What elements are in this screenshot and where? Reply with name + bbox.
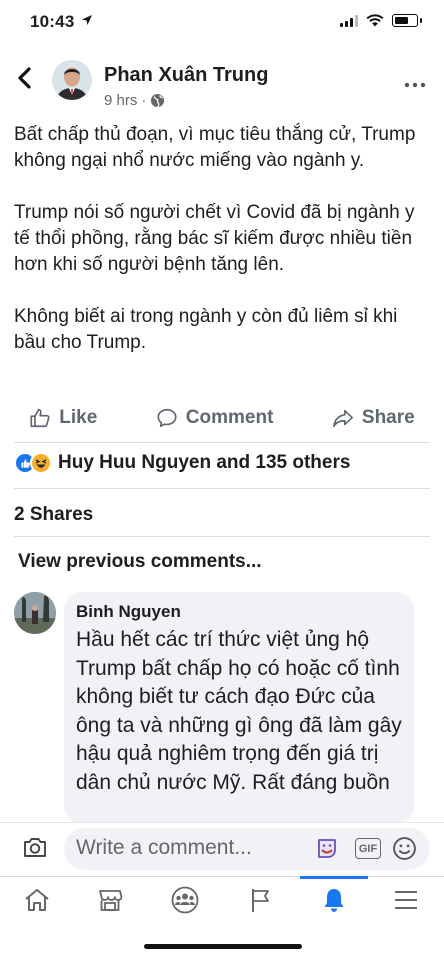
active-tab-indicator bbox=[300, 876, 368, 879]
marketplace-icon bbox=[99, 890, 123, 911]
divider bbox=[14, 536, 430, 537]
tab-marketplace[interactable] bbox=[94, 884, 126, 916]
tab-notifications[interactable] bbox=[318, 884, 350, 916]
post-body: Bất chấp thủ đoạn, vì mục tiêu thắng cử,… bbox=[14, 122, 432, 382]
back-button[interactable] bbox=[16, 66, 32, 96]
haha-reaction-icon bbox=[30, 452, 52, 474]
post-time[interactable]: 9 hrs bbox=[104, 92, 137, 109]
camera-icon bbox=[24, 838, 46, 857]
post-paragraph: Không biết ai trong ngành y còn đủ liêm … bbox=[14, 306, 398, 353]
like-button[interactable]: Like bbox=[29, 407, 97, 429]
like-label: Like bbox=[59, 407, 98, 428]
globe-icon bbox=[151, 93, 165, 108]
emoji-icon bbox=[393, 837, 416, 860]
meta-separator: · bbox=[141, 92, 147, 109]
home-icon bbox=[25, 889, 49, 911]
comment-label: Comment bbox=[185, 407, 274, 428]
gif-label: GIF bbox=[358, 842, 378, 855]
author-portrait bbox=[52, 60, 92, 100]
cellular-signal-icon bbox=[340, 14, 358, 27]
groups-icon bbox=[171, 886, 199, 914]
location-arrow-icon bbox=[82, 15, 93, 25]
share-arrow-icon bbox=[332, 409, 353, 428]
comment-text: Hầu hết các trí thức việt ủng hộ Trump b… bbox=[76, 628, 402, 794]
bell-icon bbox=[324, 889, 344, 912]
reactions-text: Huy Huu Nguyen and 135 others bbox=[58, 452, 351, 473]
tab-menu[interactable] bbox=[390, 884, 422, 916]
comment-button[interactable]: Comment bbox=[156, 407, 274, 429]
status-time-text: 10:43 bbox=[30, 12, 75, 31]
post-meta: 9 hrs · bbox=[104, 92, 165, 109]
hamburger-menu-icon bbox=[395, 891, 417, 909]
divider bbox=[14, 442, 430, 443]
comment-bubble-icon bbox=[157, 408, 177, 428]
camera-button[interactable] bbox=[22, 835, 48, 864]
battery-tip bbox=[420, 18, 422, 23]
gif-button[interactable]: GIF bbox=[355, 838, 381, 859]
status-indicators bbox=[340, 14, 422, 27]
commenter-portrait bbox=[14, 592, 56, 634]
shares-count[interactable]: 2 Shares bbox=[14, 504, 93, 526]
thumbs-up-icon bbox=[30, 408, 50, 428]
post-paragraph: Trump nói số người chết vì Covid đã bị n… bbox=[14, 202, 415, 275]
divider bbox=[14, 488, 430, 489]
tab-home[interactable] bbox=[21, 884, 53, 916]
chevron-left-icon bbox=[18, 67, 31, 89]
wifi-icon bbox=[366, 14, 384, 27]
more-options-button[interactable] bbox=[404, 68, 426, 94]
post-paragraph: Bất chấp thủ đoạn, vì mục tiêu thắng cử,… bbox=[14, 124, 416, 171]
commenter-avatar[interactable] bbox=[14, 592, 56, 634]
post-actions: Like Comment Share bbox=[0, 398, 444, 438]
avatar-sticker-button[interactable] bbox=[315, 836, 339, 865]
view-previous-comments[interactable]: View previous comments... bbox=[18, 551, 262, 573]
emoji-button[interactable] bbox=[392, 836, 417, 866]
home-indicator bbox=[144, 944, 302, 949]
commenter-name[interactable]: Binh Nguyen bbox=[76, 602, 181, 622]
reactions-summary[interactable]: Huy Huu Nguyen and 135 others bbox=[14, 452, 350, 474]
author-avatar[interactable] bbox=[52, 60, 92, 100]
battery-icon bbox=[392, 14, 418, 27]
author-name[interactable]: Phan Xuân Trung bbox=[104, 64, 268, 87]
flag-icon bbox=[252, 889, 269, 912]
share-button[interactable]: Share bbox=[332, 407, 415, 429]
status-time: 10:43 bbox=[30, 12, 93, 32]
bottom-tab-bar bbox=[0, 876, 444, 927]
share-label: Share bbox=[361, 407, 415, 428]
tab-pages[interactable] bbox=[244, 884, 276, 916]
tab-groups[interactable] bbox=[169, 884, 201, 916]
comment-input-placeholder: Write a comment... bbox=[76, 836, 252, 859]
avatar-sticker-icon bbox=[318, 839, 336, 858]
more-dots-icon bbox=[404, 82, 426, 88]
